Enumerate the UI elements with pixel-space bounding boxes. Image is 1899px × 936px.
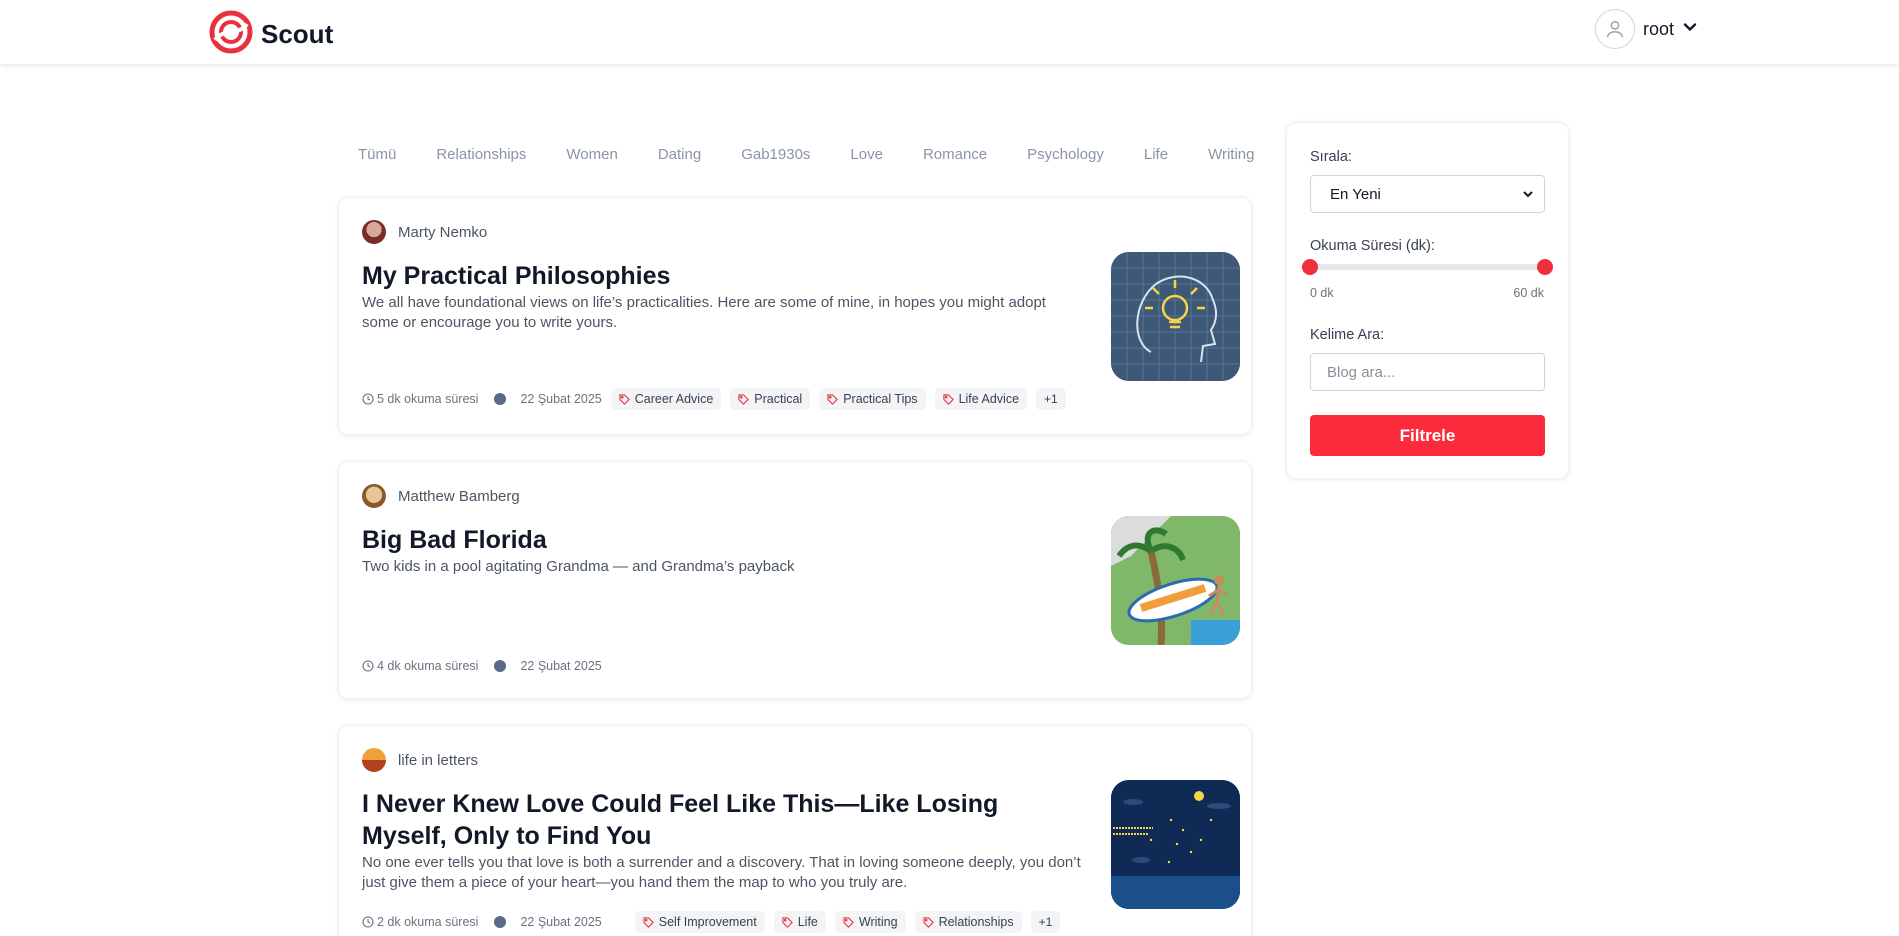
- author-avatar: [362, 220, 386, 244]
- tab-romance[interactable]: Romance: [903, 146, 1007, 163]
- tag-icon: [619, 393, 630, 405]
- reading-time-slider-track[interactable]: [1310, 264, 1545, 270]
- post-card[interactable]: life in letters I Never Knew Love Could …: [338, 725, 1252, 936]
- tab-dating[interactable]: Dating: [638, 146, 721, 163]
- tag-icon: [827, 393, 839, 405]
- tag-icon: [643, 916, 654, 928]
- tag-label: Self Improvement: [658, 915, 757, 929]
- post-description: No one ever tells you that love is both …: [362, 854, 1081, 891]
- sort-select[interactable]: En Yeni: [1310, 175, 1545, 213]
- author-avatar: [362, 748, 386, 772]
- post-date: 22 Şubat 2025: [520, 659, 602, 673]
- reading-time-label: Okuma Süresi (dk):: [1310, 238, 1435, 254]
- chevron-down-icon: [1522, 188, 1534, 200]
- read-time: 5 dk okuma süresi: [377, 392, 479, 406]
- post-title[interactable]: I Never Knew Love Could Feel Like This—L…: [362, 788, 1082, 852]
- tab-gab1930s[interactable]: Gab1930s: [721, 146, 830, 163]
- post-description: Two kids in a pool agitating Grandma — a…: [362, 558, 795, 575]
- tab-women[interactable]: Women: [546, 146, 637, 163]
- tab-life[interactable]: Life: [1124, 146, 1188, 163]
- more-tags-badge[interactable]: +1: [1036, 388, 1066, 410]
- post-card[interactable]: Matthew Bamberg Big Bad Florida Two kids…: [338, 461, 1252, 699]
- tag-label: Life Advice: [958, 392, 1020, 406]
- post-meta: 4 dk okuma süresi 22 Şubat 2025: [362, 659, 602, 673]
- reading-time-min-handle[interactable]: [1302, 259, 1318, 275]
- read-time: 4 dk okuma süresi: [377, 659, 479, 673]
- post-date: 22 Şubat 2025: [520, 915, 602, 929]
- filter-button[interactable]: Filtrele: [1310, 415, 1545, 456]
- post-description: We all have foundational views on life’s…: [362, 294, 1046, 331]
- chevron-down-icon: [1682, 19, 1698, 40]
- post-thumbnail[interactable]: [1111, 780, 1240, 909]
- author-name: Matthew Bamberg: [398, 487, 520, 505]
- tab-psychology[interactable]: Psychology: [1007, 146, 1124, 163]
- tag-chip[interactable]: Self Improvement: [634, 911, 765, 933]
- user-avatar-icon: [1595, 9, 1635, 49]
- tag-label: Practical: [754, 392, 803, 406]
- tag-icon: [843, 916, 854, 928]
- more-tags-badge[interactable]: +1: [1030, 911, 1061, 933]
- post-author[interactable]: Matthew Bamberg: [362, 484, 520, 508]
- tab-relationships[interactable]: Relationships: [416, 146, 546, 163]
- tag-chip[interactable]: Relationships: [914, 911, 1022, 933]
- reading-time-max-value: 60 dk: [1513, 286, 1544, 300]
- post-author[interactable]: Marty Nemko: [362, 220, 487, 244]
- tag-label: Life: [797, 915, 818, 929]
- author-name: Marty Nemko: [398, 223, 488, 241]
- tag-chip[interactable]: Writing: [834, 911, 906, 933]
- post-title[interactable]: My Practical Philosophies: [362, 260, 1082, 292]
- tag-label: Writing: [858, 915, 898, 929]
- reading-time-min-value: 0 dk: [1310, 286, 1334, 300]
- sort-selected-value: En Yeni: [1330, 185, 1381, 203]
- filter-panel: Sırala: En Yeni Okuma Süresi (dk): 0 dk …: [1286, 122, 1569, 479]
- tag-icon: [738, 393, 750, 405]
- keyword-label: Kelime Ara:: [1310, 327, 1385, 343]
- tag-chip[interactable]: Career Advice: [610, 388, 722, 410]
- clock-icon: [362, 916, 374, 928]
- separator-dot: [494, 660, 507, 672]
- user-name: root: [1643, 18, 1675, 39]
- top-navbar: Scout root: [0, 0, 1899, 64]
- tag-label: Practical Tips: [843, 392, 918, 406]
- tag-chip[interactable]: Practical: [730, 388, 811, 410]
- post-author[interactable]: life in letters: [362, 748, 478, 772]
- clock-icon: [362, 393, 374, 405]
- tag-icon: [922, 916, 934, 928]
- separator-dot: [494, 916, 507, 928]
- reading-time-max-handle[interactable]: [1537, 259, 1553, 275]
- user-menu[interactable]: root: [1595, 9, 1698, 49]
- tag-label: Career Advice: [634, 392, 714, 406]
- tag-chip[interactable]: Life Advice: [934, 388, 1028, 410]
- clock-icon: [362, 660, 374, 672]
- sort-label: Sırala:: [1310, 149, 1352, 165]
- tag-chip[interactable]: Practical Tips: [819, 388, 926, 410]
- tag-icon: [942, 393, 954, 405]
- post-title[interactable]: Big Bad Florida: [362, 524, 1082, 556]
- keyword-search-input[interactable]: [1310, 353, 1545, 391]
- tag-chip[interactable]: Life: [773, 911, 826, 933]
- category-tabs: Tümü Relationships Women Dating Gab1930s…: [338, 130, 1255, 178]
- tag-icon: [782, 916, 793, 928]
- post-meta: 2 dk okuma süresi 22 Şubat 2025 Self Imp…: [362, 911, 1061, 933]
- author-avatar: [362, 484, 386, 508]
- post-thumbnail[interactable]: [1111, 252, 1240, 381]
- tab-tumu[interactable]: Tümü: [338, 146, 416, 163]
- author-name: life in letters: [398, 751, 479, 769]
- post-thumbnail[interactable]: [1111, 516, 1240, 645]
- separator-dot: [494, 393, 507, 405]
- tag-label: Relationships: [938, 915, 1014, 929]
- brand-name: Scout: [261, 19, 334, 49]
- tab-writing[interactable]: Writing: [1188, 146, 1255, 163]
- post-meta: 5 dk okuma süresi 22 Şubat 2025 Career A…: [362, 388, 1066, 410]
- post-date: 22 Şubat 2025: [520, 392, 602, 406]
- tab-love[interactable]: Love: [830, 146, 903, 163]
- post-card[interactable]: Marty Nemko My Practical Philosophies We…: [338, 197, 1252, 435]
- brand[interactable]: Scout: [209, 10, 333, 59]
- read-time: 2 dk okuma süresi: [377, 915, 479, 929]
- scout-logo-icon: [209, 10, 253, 59]
